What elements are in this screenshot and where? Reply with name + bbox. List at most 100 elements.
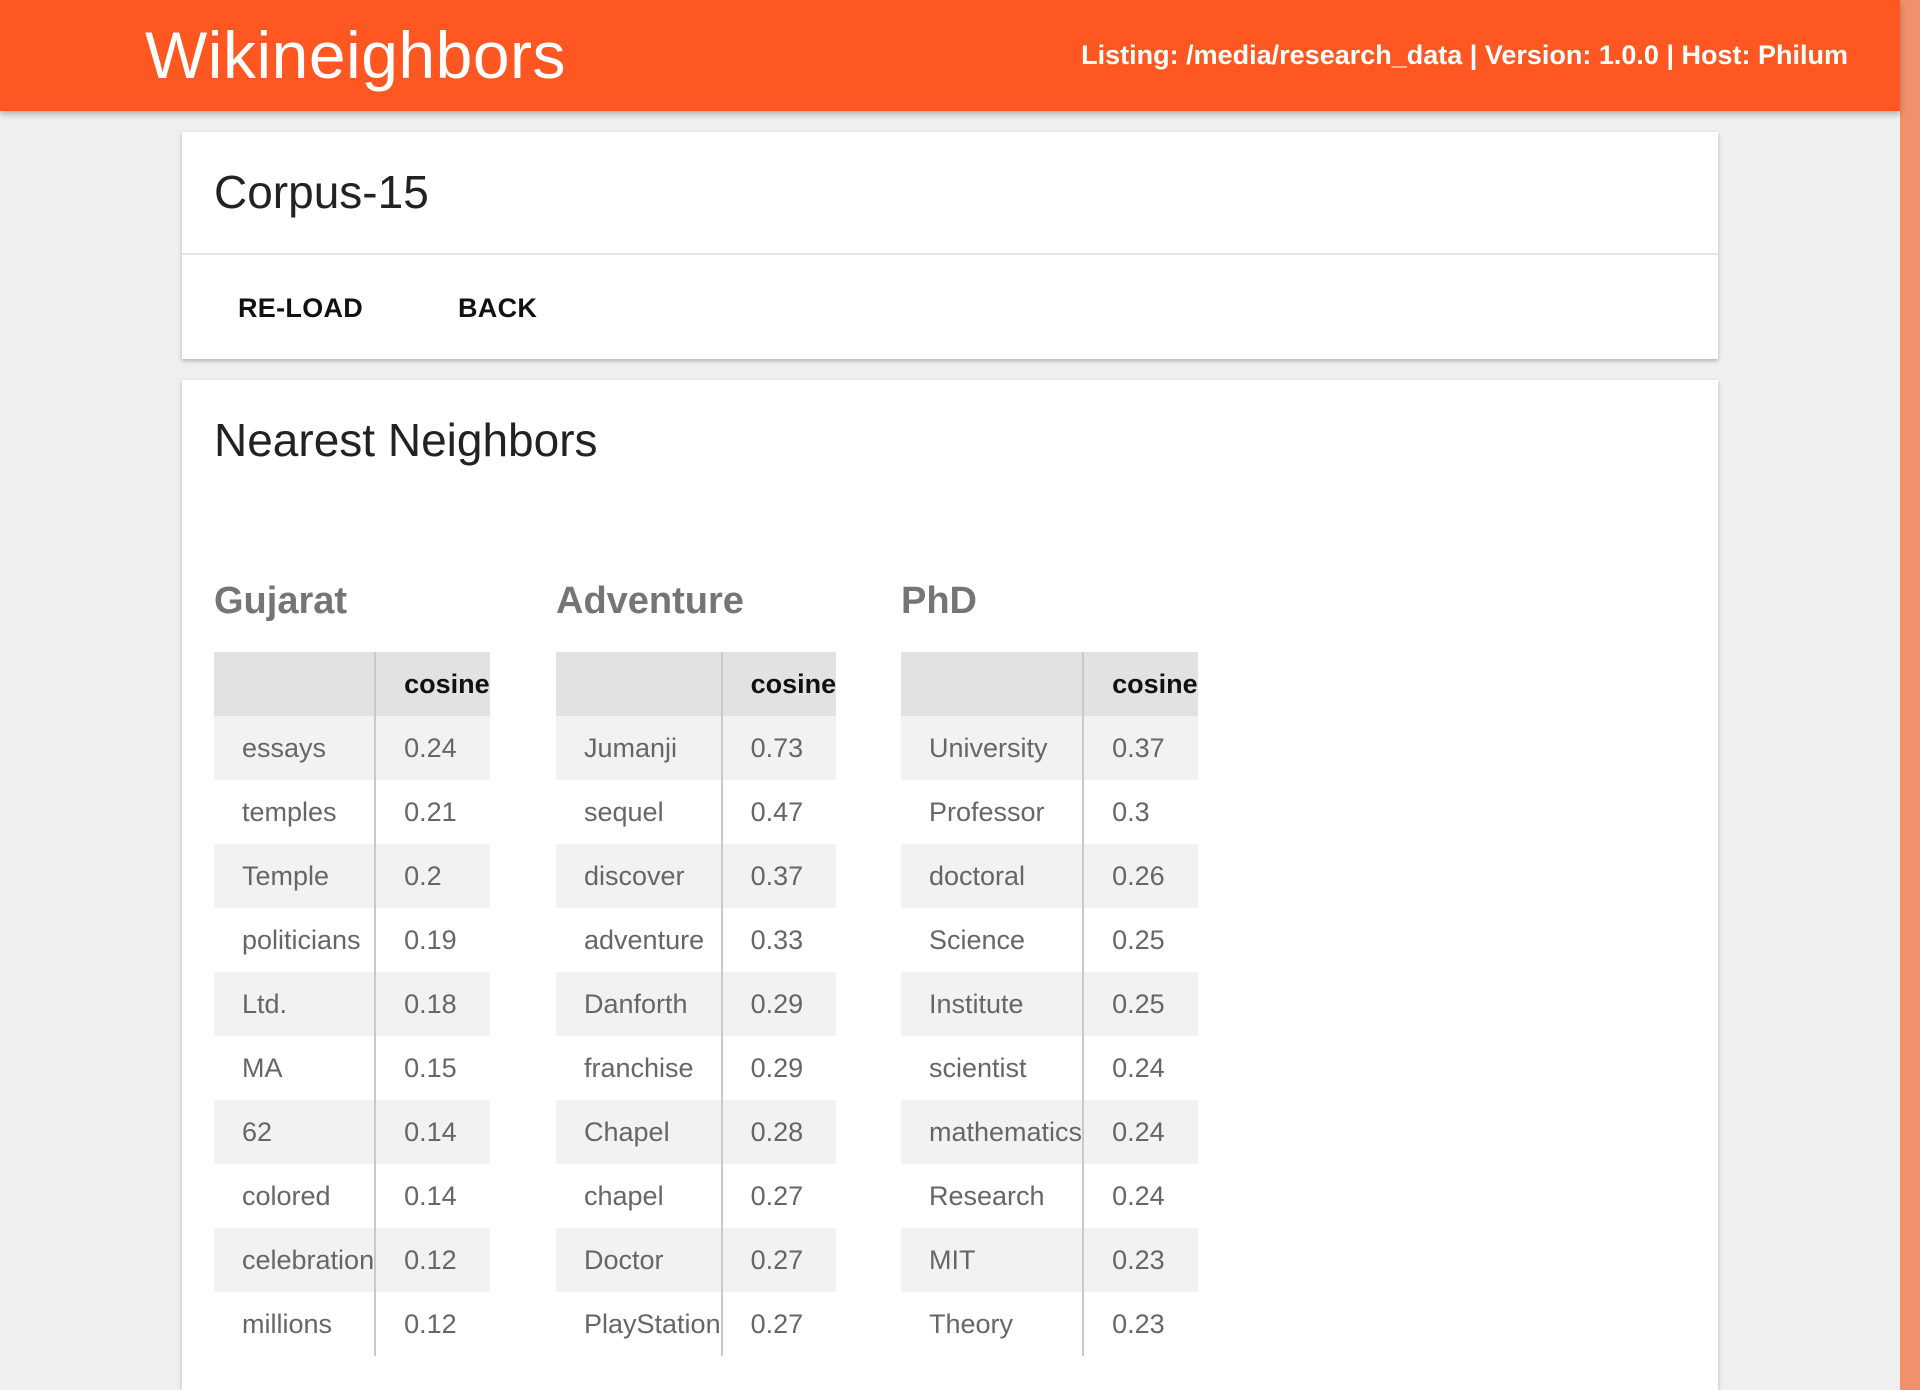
neighbor-word: essays <box>214 716 377 780</box>
table-row: 62 0.14 <box>214 1100 490 1164</box>
table-row: politicians 0.19 <box>214 908 490 972</box>
table-header-row: cosine <box>901 652 1198 716</box>
app-header: Wikineighbors Listing: /media/research_d… <box>0 0 1900 111</box>
cosine-value: 0.23 <box>1083 1292 1198 1356</box>
cosine-value: 0.27 <box>721 1292 837 1356</box>
neighbor-word: Danforth <box>556 972 723 1036</box>
neighbor-table: cosine Jumanji 0.73 sequel 0.47 discover 0.37… <box>556 652 837 1356</box>
table-row: discover 0.37 <box>556 844 837 908</box>
page-scrollbar[interactable] <box>1900 0 1920 1390</box>
neighbor-word: colored <box>214 1164 377 1228</box>
neighbor-word: franchise <box>556 1036 723 1100</box>
cosine-value: 0.12 <box>375 1292 490 1356</box>
table-row: scientist 0.24 <box>901 1036 1198 1100</box>
neighbor-word: University <box>901 716 1085 780</box>
corpus-card: Corpus-15 <box>182 132 1718 359</box>
neighbor-word: Doctor <box>556 1228 723 1292</box>
table-row: Theory 0.23 <box>901 1292 1198 1356</box>
table-row: Temple 0.2 <box>214 844 490 908</box>
column-header-cosine: cosine <box>721 652 837 716</box>
cosine-value: 0.73 <box>721 716 837 780</box>
table-header-row: cosine <box>556 652 837 716</box>
table-row: franchise 0.29 <box>556 1036 837 1100</box>
neighbor-word: PlayStation <box>556 1292 723 1356</box>
cosine-value: 0.29 <box>721 972 837 1036</box>
cosine-value: 0.33 <box>721 908 837 972</box>
host-info: Listing: /media/research_data | Version:… <box>1081 40 1848 70</box>
neighbor-word: mathematics <box>901 1100 1085 1164</box>
cosine-value: 0.24 <box>1083 1036 1198 1100</box>
table-row: Research 0.24 <box>901 1164 1198 1228</box>
table-header-row: cosine <box>214 652 490 716</box>
cosine-value: 0.15 <box>375 1036 490 1100</box>
cosine-value: 0.27 <box>721 1164 837 1228</box>
table-row: MIT 0.23 <box>901 1228 1198 1292</box>
neighbor-word: scientist <box>901 1036 1085 1100</box>
neighbor-word: discover <box>556 844 723 908</box>
neighbor-word: Jumanji <box>556 716 723 780</box>
neighbor-word: Chapel <box>556 1100 723 1164</box>
table-row: millions 0.12 <box>214 1292 490 1356</box>
neighbor-word: Research <box>901 1164 1085 1228</box>
cosine-value: 0.19 <box>375 908 490 972</box>
cosine-value: 0.3 <box>1083 780 1198 844</box>
table-row: essays 0.24 <box>214 716 490 780</box>
neighbor-word: millions <box>214 1292 377 1356</box>
neighbor-word: Theory <box>901 1292 1085 1356</box>
neighbor-word: temples <box>214 780 377 844</box>
neighbor-table: cosine essays 0.24 temples 0.21 Temple 0.2 pol… <box>214 652 490 1356</box>
neighbor-word: MIT <box>901 1228 1085 1292</box>
back-button[interactable]: BACK <box>452 288 543 328</box>
table-row: chapel 0.27 <box>556 1164 837 1228</box>
cosine-value: 0.14 <box>375 1100 490 1164</box>
neighbor-word: sequel <box>556 780 723 844</box>
neighbor-word: politicians <box>214 908 377 972</box>
neighbor-word: Temple <box>214 844 377 908</box>
group-title: Adventure <box>556 580 744 622</box>
corpus-title: Corpus-15 <box>214 166 429 218</box>
group-title: PhD <box>901 580 977 622</box>
cosine-value: 0.12 <box>375 1228 490 1292</box>
cosine-value: 0.23 <box>1083 1228 1198 1292</box>
neighbor-word: Professor <box>901 780 1085 844</box>
cosine-value: 0.25 <box>1083 908 1198 972</box>
cosine-value: 0.25 <box>1083 972 1198 1036</box>
neighbor-word: celebration <box>214 1228 377 1292</box>
cosine-value: 0.28 <box>721 1100 837 1164</box>
table-row: celebration 0.12 <box>214 1228 490 1292</box>
table-row: Doctor 0.27 <box>556 1228 837 1292</box>
table-row: doctoral 0.26 <box>901 844 1198 908</box>
table-row: MA 0.15 <box>214 1036 490 1100</box>
neighbor-word: Science <box>901 908 1085 972</box>
neighbor-word: adventure <box>556 908 723 972</box>
cosine-value: 0.18 <box>375 972 490 1036</box>
table-row: PlayStation 0.27 <box>556 1292 837 1356</box>
table-row: Chapel 0.28 <box>556 1100 837 1164</box>
column-header-cosine: cosine <box>1083 652 1198 716</box>
cosine-value: 0.21 <box>375 780 490 844</box>
cosine-value: 0.2 <box>375 844 490 908</box>
neighbor-word: Ltd. <box>214 972 377 1036</box>
neighbor-word: Institute <box>901 972 1085 1036</box>
table-row: temples 0.21 <box>214 780 490 844</box>
cosine-value: 0.14 <box>375 1164 490 1228</box>
table-row: colored 0.14 <box>214 1164 490 1228</box>
cosine-value: 0.24 <box>375 716 490 780</box>
neighbor-word: MA <box>214 1036 377 1100</box>
table-row: Science 0.25 <box>901 908 1198 972</box>
column-header-cosine: cosine <box>375 652 490 716</box>
table-row: Ltd. 0.18 <box>214 972 490 1036</box>
cosine-value: 0.27 <box>721 1228 837 1292</box>
column-header-word <box>901 652 1085 716</box>
card-divider <box>182 253 1718 255</box>
cosine-value: 0.24 <box>1083 1100 1198 1164</box>
cosine-value: 0.37 <box>721 844 837 908</box>
neighbor-word: doctoral <box>901 844 1085 908</box>
table-row: Professor 0.3 <box>901 780 1198 844</box>
reload-button[interactable]: RE-LOAD <box>232 288 369 328</box>
app-title: Wikineighbors <box>145 18 566 92</box>
nearest-neighbors-card: Nearest Neighbors Gujarat cosine essays 0… <box>182 380 1718 1390</box>
cosine-value: 0.24 <box>1083 1164 1198 1228</box>
neighbor-word: chapel <box>556 1164 723 1228</box>
table-row: University 0.37 <box>901 716 1198 780</box>
